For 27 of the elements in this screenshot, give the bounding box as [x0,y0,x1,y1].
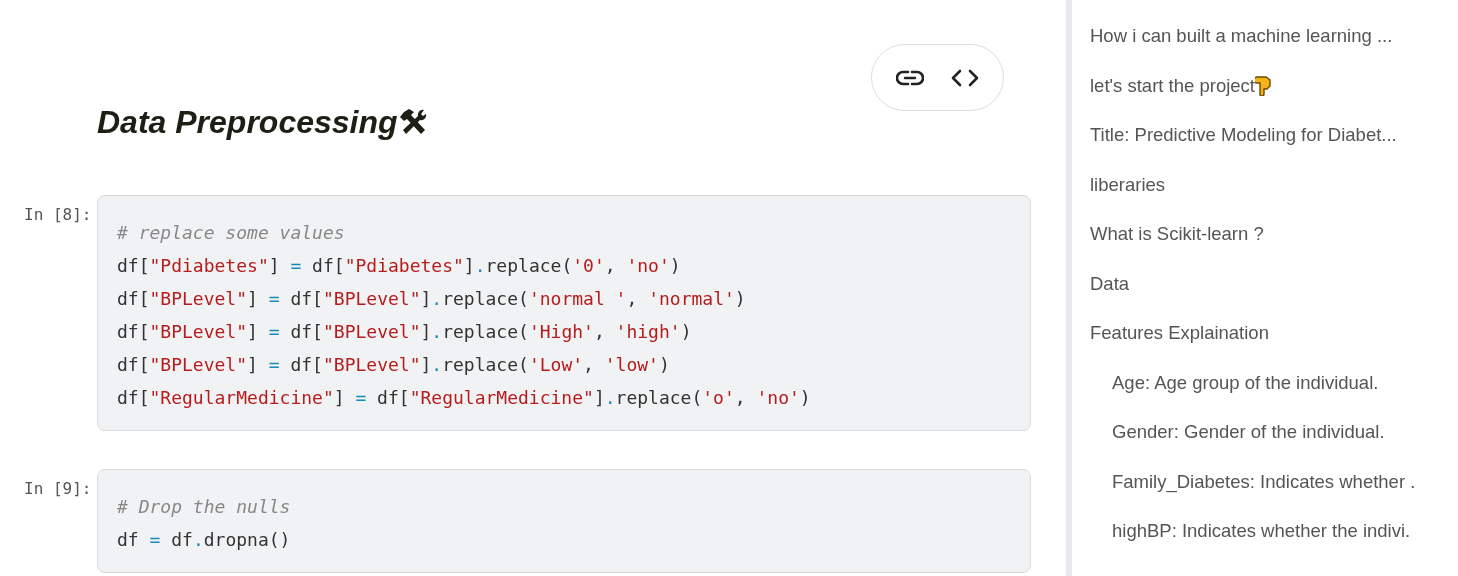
outline-item[interactable]: Age: Age group of the individual. [1112,368,1379,396]
code-line: df["RegularMedicine"] = df["RegularMedicine"].replace('o', 'no') [117,386,811,410]
outline-item[interactable]: let's start the project [1090,71,1255,99]
cell-prompt: In [8]: [23,204,93,224]
code-line: # Drop the nulls [117,495,291,519]
outline-item[interactable]: How i can built a machine learning ... [1090,22,1393,49]
code-cell[interactable]: # Drop the nulls df = df.dropna() [97,469,1031,573]
outline-item[interactable]: What is Scikit-learn ? [1090,220,1264,247]
outline-item[interactable]: Title: Predictive Modeling for Diabet... [1090,121,1397,148]
code-line: df["BPLevel"] = df["BPLevel"].replace('High', 'high') [117,320,692,344]
code-icon [951,68,980,87]
outline-item[interactable]: Family_Diabetes: Indicates whether . [1112,467,1416,495]
code-line: df["BPLevel"] = df["BPLevel"].replace('Low', 'low') [117,353,670,377]
outline-item[interactable]: Data [1090,269,1130,297]
code-line: # replace some values [117,221,345,245]
outline-item[interactable]: Gender: Gender of the individual. [1112,418,1385,445]
code-line: df["BPLevel"] = df["BPLevel"].replace('normal ', 'normal') [117,287,746,311]
section-heading: Data Preprocessing [97,103,398,141]
outline-item[interactable]: highBP: Indicates whether the indivi. [1112,517,1411,544]
code-line: df = df.dropna() [117,528,291,552]
code-cell[interactable] [97,195,1031,431]
cell-prompt: In [9]: [23,478,93,498]
code-line: df["Pdiabetes"] = df["Pdiabetes"].replace('0', 'no') [117,254,681,278]
outline-item[interactable]: Features Explaination [1090,319,1269,346]
outline-item[interactable]: liberaries [1090,170,1166,198]
link-icon [895,69,924,86]
pointing-hand-icon [1254,73,1273,96]
